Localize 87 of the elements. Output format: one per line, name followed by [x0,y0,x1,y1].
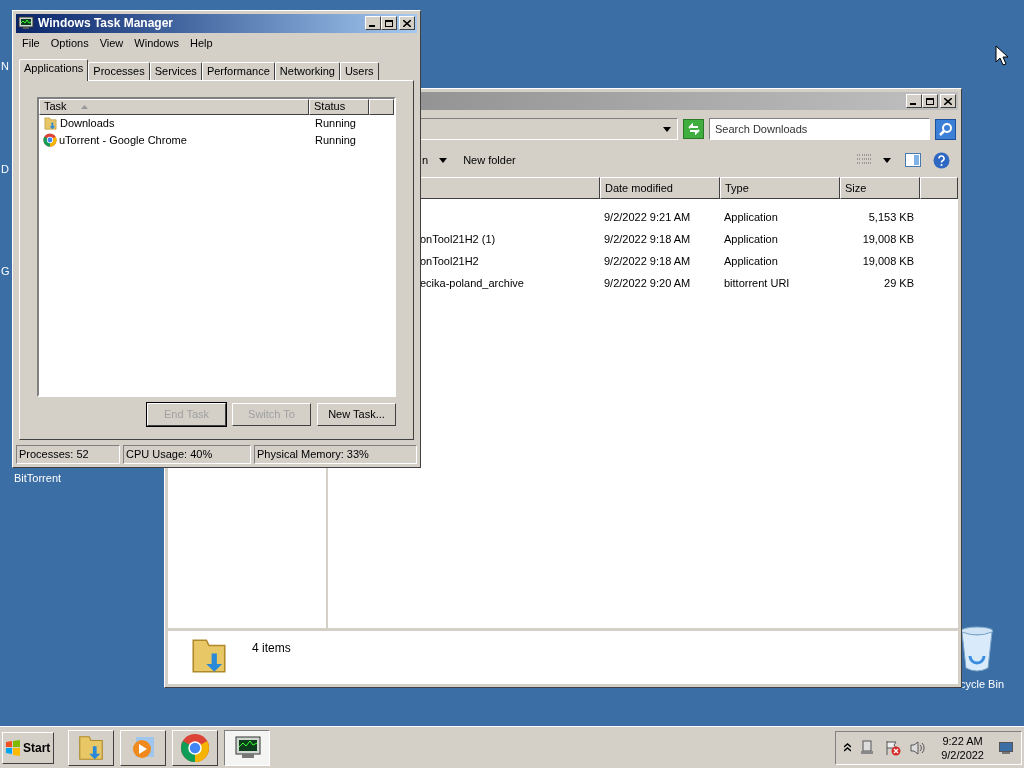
column-header[interactable]: Status [309,98,369,115]
status-bar-field: Processes: 52 [16,445,120,464]
search-button[interactable] [935,118,956,140]
help-icon[interactable] [933,151,950,169]
recycle-bin-icon[interactable] [960,626,994,672]
menu-item[interactable]: View [94,35,129,52]
column-header[interactable]: Size [840,177,920,199]
close-button[interactable] [940,94,956,108]
tab[interactable]: Processes [88,61,150,80]
toolbar-button[interactable]: n [418,150,448,170]
date-modified: 9/2/2022 9:18 AM [604,254,691,267]
date-modified: 9/2/2022 9:18 AM [604,232,691,245]
close-icon [944,97,952,105]
refresh-icon [686,123,701,135]
menu-item[interactable]: File [17,35,45,52]
dialog-button[interactable]: New Task... [317,402,396,426]
status-bar-field: Physical Memory: 33% [254,445,417,464]
maximize-icon [385,19,393,27]
maximize-button[interactable] [922,94,938,108]
column-header-blank[interactable] [420,177,600,199]
monitor-icon [18,16,34,31]
search-icon [938,122,953,136]
tab[interactable]: Applications [19,58,89,81]
task-status: Running [314,132,356,148]
chrome-icon [43,133,57,148]
cursor-icon [995,45,1008,66]
desktop-icon-label[interactable]: N [1,58,9,75]
caret-icon[interactable] [883,157,891,163]
preview-pane-icon[interactable] [905,153,921,167]
close-button[interactable] [399,16,415,31]
chrome-icon [180,732,210,763]
show-desktop-icon[interactable] [999,741,1013,754]
menu-item[interactable]: Windows [129,35,184,52]
file-size: 19,008 KB [862,254,914,267]
folder-icon [43,115,58,131]
search-field[interactable]: Search Downloads [709,118,930,140]
windows-logo-icon [5,739,21,756]
task-row[interactable]: uTorrent - Google Chrome Running [39,131,394,149]
media-player-icon [130,734,156,761]
chevron-up-icon[interactable] [844,743,852,752]
file-type: Application [724,210,778,223]
file-size: 29 KB [884,276,914,289]
maximize-icon [926,97,934,105]
date-modified: 9/2/2022 9:21 AM [604,210,691,223]
speaker-icon[interactable] [910,739,927,756]
task-row[interactable]: Downloads Running [39,114,394,132]
file-name: onTool21H2 [420,254,479,267]
column-header[interactable]: Date modified [600,177,720,199]
flag-error-icon[interactable] [885,739,902,756]
tab[interactable]: Users [339,61,379,80]
file-size: 19,008 KB [862,232,914,245]
task-name: Downloads [60,115,115,131]
new-folder-button[interactable]: New folder [463,150,516,170]
date-modified: 9/2/2022 9:20 AM [604,276,691,289]
file-name: ecika-poland_archive [420,276,524,289]
dropdown-icon [663,126,671,132]
start-button[interactable]: Start [2,731,54,764]
taskbar-button[interactable] [224,729,270,766]
sort-icon [80,104,88,109]
desktop-icon-label[interactable]: D [1,161,9,178]
minimize-button[interactable] [906,94,922,108]
item-count: 4 items [252,640,291,657]
task-status: Running [314,115,356,131]
file-name: onTool21H2 (1) [420,232,496,245]
column-header[interactable]: Type [720,177,840,199]
close-icon [403,19,411,27]
file-type: bittorrent URI [724,276,790,289]
clock[interactable]: 9:22 AM 9/2/2022 [935,733,990,762]
tab[interactable]: Networking [274,61,340,80]
tab[interactable]: Services [149,61,202,80]
column-header[interactable]: Task [39,98,309,115]
minimize-button[interactable] [365,16,381,31]
menu-item[interactable]: Help [184,35,218,52]
menu-item[interactable]: Options [45,35,94,52]
tab[interactable]: Performance [201,61,275,80]
refresh-button[interactable] [683,119,704,139]
window-title: Windows Task Manager [38,15,174,33]
desktop-icon-label[interactable]: BitTorrent [14,470,62,487]
monitor-icon [232,734,262,761]
status-bar-field: CPU Usage: 40% [123,445,251,464]
task-name: uTorrent - Google Chrome [59,132,187,148]
file-size: 5,153 KB [868,210,914,223]
desktop-icon-label[interactable]: G [1,263,10,280]
file-type: Application [724,254,778,267]
maximize-button[interactable] [381,16,397,31]
file-type: Application [724,232,778,245]
caret-icon [439,157,448,163]
